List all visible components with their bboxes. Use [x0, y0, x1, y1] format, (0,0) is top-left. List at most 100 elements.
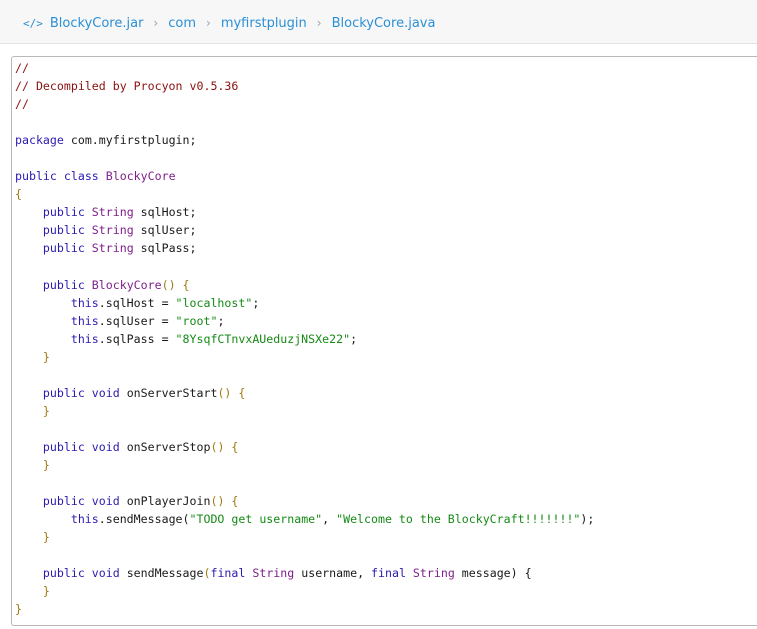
code-token: onServerStop: [119, 439, 211, 454]
code-token: onServerStart: [119, 385, 218, 400]
breadcrumb: </> BlockyCore.jar › com › myfirstplugin…: [23, 14, 435, 32]
breadcrumb-item-file[interactable]: BlockyCore.java: [332, 16, 436, 31]
code-line: this.sendMessage("TODO get username", "W…: [15, 510, 595, 528]
code-token: {: [15, 187, 22, 202]
code-token: public: [42, 385, 85, 400]
code-line: public String sqlPass;: [15, 239, 594, 257]
code-line: }: [15, 582, 594, 600]
chevron-right-icon: ›: [316, 16, 322, 30]
source-code[interactable]: // // Decompiled by Procyon v0.5.36 // pack…: [15, 59, 594, 618]
code-token: "TODO get username": [189, 512, 323, 527]
code-line: {: [15, 185, 594, 203]
code-line: public void onServerStart() {: [15, 384, 594, 402]
code-token: "root": [175, 313, 218, 328]
code-token: public: [42, 205, 85, 220]
breadcrumb-item-package-myfirstplugin[interactable]: myfirstplugin: [221, 16, 307, 31]
code-line: }: [15, 402, 594, 420]
code-token: ;: [217, 313, 225, 328]
code-line: package com.myfirstplugin;: [15, 131, 594, 149]
code-line: //: [15, 59, 594, 77]
code-token: "Welcome to the BlockyCraft!!!!!!!": [336, 512, 581, 527]
code-token: ;: [350, 331, 358, 346]
code-token: sqlUser;: [133, 223, 197, 238]
code-token: .sqlHost =: [98, 295, 176, 310]
code-line: this.sqlPass = "8YsqfCTnvxAUeduzjNSXe22"…: [15, 330, 594, 348]
code-token: }: [15, 349, 50, 364]
code-token: public: [42, 439, 85, 454]
code-line: public void sendMessage(final String use…: [15, 564, 594, 582]
code-token: "localhost": [175, 295, 253, 310]
breadcrumb-item-package-com[interactable]: com: [168, 16, 196, 31]
code-token: () {: [161, 277, 190, 292]
code-token: void: [91, 494, 120, 509]
code-token: public: [15, 169, 57, 184]
code-token: void: [91, 439, 120, 454]
code-token: }: [15, 602, 22, 617]
code-token: this: [70, 512, 99, 527]
code-token: // Decompiled by Procyon v0.5.36: [15, 79, 239, 94]
chevron-right-icon: ›: [206, 16, 211, 30]
code-token: //: [15, 61, 29, 75]
code-token: this: [70, 313, 99, 328]
code-line: }: [15, 456, 594, 474]
code-line: }: [15, 348, 594, 366]
code-token: username,: [294, 566, 372, 581]
code-token: String: [91, 223, 134, 238]
chevron-right-icon: ›: [153, 16, 159, 30]
code-line: //: [15, 95, 594, 113]
code-token: String: [91, 241, 134, 256]
code-token: String: [252, 566, 295, 581]
code-token: public: [42, 223, 85, 238]
code-token: .sqlUser =: [98, 313, 176, 328]
code-token: public: [42, 494, 85, 509]
code-line: // Decompiled by Procyon v0.5.36: [15, 77, 594, 95]
code-token: .sendMessage(: [98, 512, 190, 527]
code-token: sqlPass;: [133, 241, 197, 256]
code-token: }: [15, 458, 50, 473]
code-token: () {: [217, 385, 246, 400]
code-token: BlockyCore: [91, 277, 162, 292]
code-line: }: [15, 528, 594, 546]
code-token: );: [580, 512, 595, 527]
code-token: package: [15, 133, 64, 148]
breadcrumb-item-jar[interactable]: BlockyCore.jar: [50, 16, 144, 31]
code-token: String: [412, 566, 455, 581]
code-token: String: [91, 205, 134, 220]
code-line: public String sqlHost;: [15, 203, 594, 221]
code-line: public void onServerStop() {: [15, 438, 594, 456]
code-token: public: [42, 566, 85, 581]
code-token: }: [15, 530, 50, 545]
code-token: public: [42, 277, 85, 292]
code-token: sqlHost;: [133, 205, 197, 220]
code-token: BlockyCore: [105, 169, 176, 184]
code-token: ;: [252, 295, 260, 310]
code-viewer[interactable]: // // Decompiled by Procyon v0.5.36 // pack…: [11, 56, 757, 626]
code-token: void: [91, 566, 120, 581]
code-token: }: [15, 403, 50, 418]
code-token: this: [70, 295, 99, 310]
code-token: onPlayerJoin: [119, 494, 211, 509]
code-token: "8YsqfCTnvxAUeduzjNSXe22": [175, 331, 351, 346]
code-line: public void onPlayerJoin() {: [15, 492, 594, 510]
code-line: this.sqlUser = "root";: [15, 312, 594, 330]
